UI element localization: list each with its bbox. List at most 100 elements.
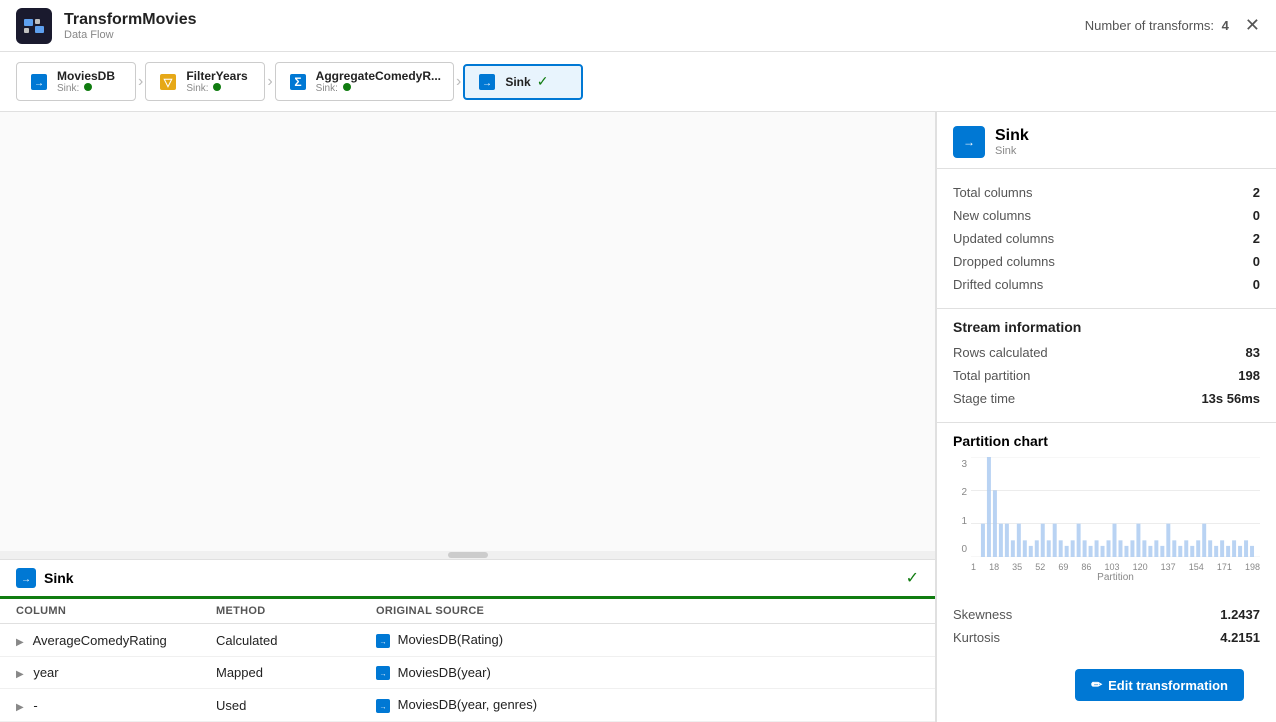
- pipeline-node-aggregate[interactable]: Σ AggregateComedyR... Sink:: [275, 62, 454, 101]
- close-button[interactable]: ✕: [1245, 15, 1260, 36]
- x-label-18: 18: [989, 562, 999, 572]
- sink-text: Sink: [505, 75, 530, 89]
- header-left: TransformMovies Data Flow: [16, 8, 196, 44]
- bottom-panel-title: Sink: [44, 570, 74, 586]
- svg-text:→: →: [21, 574, 31, 585]
- table-row: ▶ AverageComedyRating Calculated → Movie…: [0, 624, 935, 657]
- svg-text:→: →: [380, 639, 387, 646]
- col-method-1: Mapped: [200, 656, 360, 689]
- x-label-171: 171: [1217, 562, 1232, 572]
- canvas-area: [0, 112, 935, 551]
- source-icon-2: →: [376, 699, 390, 713]
- header: TransformMovies Data Flow Number of tran…: [0, 0, 1276, 52]
- x-label-35: 35: [1012, 562, 1022, 572]
- x-label-154: 154: [1189, 562, 1204, 572]
- moviesdb-icon: →: [29, 72, 49, 92]
- bottom-panel: → Sink ✓ COLUMN METHOD ORIGINAL SOURCE: [0, 559, 935, 722]
- edit-transformation-button[interactable]: ✏ Edit transformation: [1075, 669, 1244, 701]
- col-header-method: METHOD: [200, 599, 360, 624]
- chart-x-axis-label: Partition: [971, 572, 1260, 583]
- data-table: COLUMN METHOD ORIGINAL SOURCE ▶ AverageC…: [0, 599, 935, 722]
- right-title: Sink: [995, 127, 1029, 145]
- x-label-103: 103: [1104, 562, 1119, 572]
- right-sink-icon: →: [953, 126, 985, 158]
- expand-icon-2[interactable]: ▶: [16, 702, 24, 713]
- aggregate-dot: [343, 83, 351, 91]
- x-label-52: 52: [1035, 562, 1045, 572]
- table-row: ▶ year Mapped → MoviesDB(year): [0, 656, 935, 689]
- expand-icon-1[interactable]: ▶: [16, 669, 24, 680]
- pencil-icon: ✏: [1091, 677, 1102, 693]
- pipeline-area: → MoviesDB Sink: › ▽ FilterYears Sink: ›…: [0, 52, 1276, 112]
- col-column-1: ▶ year: [0, 656, 200, 689]
- right-panel-header: → Sink Sink: [937, 112, 1276, 169]
- col-column-2: ▶ -: [0, 689, 200, 722]
- stat-skewness: Skewness 1.2437: [953, 603, 1260, 626]
- header-right: Number of transforms: 4 ✕: [1085, 15, 1260, 36]
- stat-kurtosis: Kurtosis 4.2151: [953, 626, 1260, 649]
- chart-title: Partition chart: [953, 433, 1260, 449]
- bottom-sink-icon: →: [16, 568, 36, 588]
- source-icon-1: →: [376, 666, 390, 680]
- stream-info-title: Stream information: [937, 309, 1276, 341]
- right-panel: → Sink Sink Total columns 2 New columns …: [936, 112, 1276, 722]
- stat-dropped-columns: Dropped columns 0: [953, 250, 1260, 273]
- y-label-1: 1: [953, 516, 967, 527]
- source-icon-0: →: [376, 634, 390, 648]
- stat-updated-columns: Updated columns 2: [953, 227, 1260, 250]
- app-title: TransformMovies: [64, 11, 196, 29]
- aggregate-text: AggregateComedyR... Sink:: [316, 69, 441, 94]
- arrow-2: ›: [267, 73, 272, 91]
- stat-total-partition: Total partition 198: [953, 364, 1260, 387]
- pipeline-node-moviesdb[interactable]: → MoviesDB Sink:: [16, 62, 136, 101]
- arrow-3: ›: [456, 73, 461, 91]
- y-label-2: 2: [953, 487, 967, 498]
- x-label-137: 137: [1161, 562, 1176, 572]
- chart-body: 1 18 35 52 69 86 103 120 137 154 171 198…: [971, 457, 1260, 583]
- filter-icon: ▽: [158, 72, 178, 92]
- filteryears-text: FilterYears Sink:: [186, 69, 247, 94]
- chart-x-labels: 1 18 35 52 69 86 103 120 137 154 171 198: [971, 562, 1260, 572]
- x-label-69: 69: [1058, 562, 1068, 572]
- svg-text:→: →: [380, 671, 387, 678]
- col-method-2: Used: [200, 689, 360, 722]
- col-header-source: ORIGINAL SOURCE: [360, 599, 935, 624]
- stat-new-columns: New columns 0: [953, 204, 1260, 227]
- svg-text:→: →: [380, 704, 387, 711]
- col-source-1: → MoviesDB(year): [360, 656, 935, 689]
- svg-text:→: →: [963, 135, 975, 149]
- pipeline-node-sink[interactable]: → Sink ✓: [463, 64, 583, 100]
- y-label-0: 0: [953, 544, 967, 555]
- left-panel: → Sink ✓ COLUMN METHOD ORIGINAL SOURCE: [0, 112, 936, 722]
- right-subtitle: Sink: [995, 145, 1029, 157]
- col-source-2: → MoviesDB(year, genres): [360, 689, 935, 722]
- col-source-0: → MoviesDB(Rating): [360, 624, 935, 657]
- x-label-1: 1: [971, 562, 976, 572]
- scrollbar-thumb: [448, 552, 488, 558]
- bottom-header-left: → Sink: [16, 568, 74, 588]
- aggregate-icon: Σ: [288, 72, 308, 92]
- stat-drifted-columns: Drifted columns 0: [953, 273, 1260, 296]
- svg-text:→: →: [482, 78, 492, 89]
- app-subtitle: Data Flow: [64, 29, 196, 41]
- pipeline-node-filteryears[interactable]: ▽ FilterYears Sink:: [145, 62, 265, 101]
- x-label-86: 86: [1081, 562, 1091, 572]
- svg-text:→: →: [34, 78, 44, 89]
- moviesdb-text: MoviesDB Sink:: [57, 69, 115, 94]
- table-row: ▶ - Used → MoviesDB(year, genres): [0, 689, 935, 722]
- stat-stage-time: Stage time 13s 56ms: [953, 387, 1260, 410]
- bottom-check-circle: ✓: [906, 568, 919, 588]
- stat-total-columns: Total columns 2: [953, 181, 1260, 204]
- expand-icon-0[interactable]: ▶: [16, 637, 24, 648]
- col-column-0: ▶ AverageComedyRating: [0, 624, 200, 657]
- scrollbar-area[interactable]: [0, 551, 935, 559]
- right-header-text: Sink Sink: [995, 127, 1029, 157]
- bottom-header: → Sink ✓: [0, 560, 935, 599]
- edit-btn-container: ✏ Edit transformation: [937, 659, 1276, 722]
- app-icon: [16, 8, 52, 44]
- col-method-0: Calculated: [200, 624, 360, 657]
- svg-text:▽: ▽: [163, 77, 173, 89]
- bottom-stats: Skewness 1.2437 Kurtosis 4.2151: [937, 593, 1276, 659]
- filteryears-dot: [213, 83, 221, 91]
- sink-check: ✓: [537, 73, 549, 90]
